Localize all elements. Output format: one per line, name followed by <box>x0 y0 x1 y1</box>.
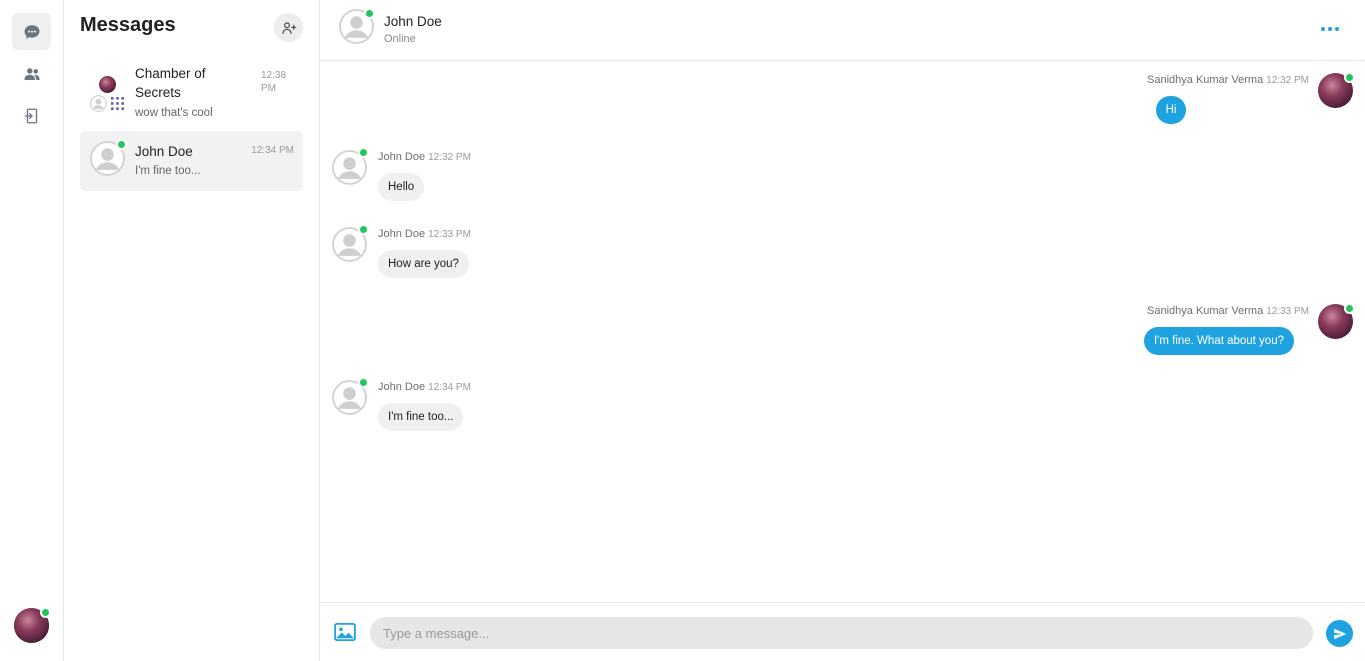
conversation-time: 12:38 PM <box>261 70 287 94</box>
nav-logout-button[interactable] <box>12 97 51 134</box>
users-icon <box>24 67 39 80</box>
chat-panel: John Doe Online Sanidhya Kumar Verma 12:3… <box>320 0 1365 661</box>
sender-avatar <box>1318 72 1355 108</box>
messenger-app: Messages Chamber of Secrets 12:38 PM wow… <box>0 0 1365 661</box>
message-input[interactable] <box>370 617 1313 649</box>
chat-contact-name: John Doe <box>384 14 442 29</box>
online-indicator <box>116 139 127 150</box>
sender-avatar <box>332 147 369 185</box>
more-dot <box>1335 27 1339 31</box>
more-options-button[interactable] <box>1321 24 1343 34</box>
logout-icon <box>24 108 37 123</box>
group-member-placeholder-icon <box>90 95 107 112</box>
more-members-icon <box>111 97 124 110</box>
online-indicator <box>358 147 369 158</box>
online-indicator <box>358 377 369 388</box>
message-composer <box>320 602 1365 661</box>
message-sender: Sanidhya Kumar Verma <box>1147 305 1264 317</box>
message-meta: Sanidhya Kumar Verma 12:32 PM <box>1147 74 1309 86</box>
online-indicator <box>1344 303 1355 314</box>
sender-avatar <box>332 224 369 262</box>
current-user-avatar[interactable] <box>14 607 51 643</box>
conversation-name: Chamber of Secrets <box>135 66 206 100</box>
more-dot <box>1328 27 1332 31</box>
message-sender: John Doe <box>378 151 426 163</box>
conversation-panel: Messages Chamber of Secrets 12:38 PM wow… <box>64 0 320 661</box>
message-time: 12:34 PM <box>428 382 471 393</box>
conversation-name: John Doe <box>135 144 193 159</box>
contact-avatar <box>90 139 127 176</box>
chat-contact-status: Online <box>384 33 416 45</box>
message-bubble-outgoing: I'm fine. What about you? <box>1143 327 1294 355</box>
panel-title: Messages <box>80 14 176 36</box>
send-icon <box>1333 628 1346 639</box>
message-meta: John Doe 12:33 PM <box>378 228 471 240</box>
send-button[interactable] <box>1326 620 1353 647</box>
message-sender: John Doe <box>378 228 426 240</box>
message-bubble-outgoing: Hi <box>1156 96 1186 124</box>
online-indicator <box>364 8 375 19</box>
nav-rail <box>0 0 64 661</box>
nav-chats-button[interactable] <box>12 13 51 50</box>
conversation-preview: I'm fine too... <box>135 165 201 177</box>
message-bubble-incoming: How are you? <box>378 250 469 278</box>
online-indicator <box>40 607 51 618</box>
image-attach-icon[interactable] <box>334 623 356 641</box>
message-meta: Sanidhya Kumar Verma 12:33 PM <box>1147 305 1309 317</box>
message-sender: Sanidhya Kumar Verma <box>1147 74 1264 86</box>
conversation-time: 12:34 PM <box>251 145 294 156</box>
more-dots-icon <box>1321 27 1325 31</box>
add-contact-button[interactable] <box>274 13 303 42</box>
sender-avatar <box>1318 303 1355 339</box>
conversation-item-john-doe[interactable]: John Doe 12:34 PM I'm fine too... <box>80 131 303 191</box>
message-time: 12:33 PM <box>1266 306 1309 317</box>
message-sender: John Doe <box>378 381 426 393</box>
message-bubble-incoming: Hello <box>378 173 425 201</box>
chat-icon <box>24 24 39 39</box>
chat-header: John Doe Online <box>320 0 1365 61</box>
message-meta: John Doe 12:34 PM <box>378 381 471 393</box>
message-meta: John Doe 12:32 PM <box>378 151 471 163</box>
add-user-icon <box>281 21 296 34</box>
conversation-preview: wow that's cool <box>135 107 213 119</box>
online-indicator <box>358 224 369 235</box>
group-member-avatar <box>99 76 116 93</box>
sender-avatar <box>332 377 369 415</box>
online-indicator <box>1344 72 1355 83</box>
message-bubble-incoming: I'm fine too... <box>378 403 464 431</box>
message-time: 12:32 PM <box>1266 75 1309 86</box>
message-time: 12:32 PM <box>428 152 471 163</box>
group-avatar <box>82 62 132 112</box>
message-time: 12:33 PM <box>428 229 471 240</box>
nav-contacts-button[interactable] <box>12 55 51 92</box>
chat-header-avatar <box>339 8 375 44</box>
conversation-item-group[interactable]: Chamber of Secrets 12:38 PM wow that's c… <box>80 60 303 126</box>
